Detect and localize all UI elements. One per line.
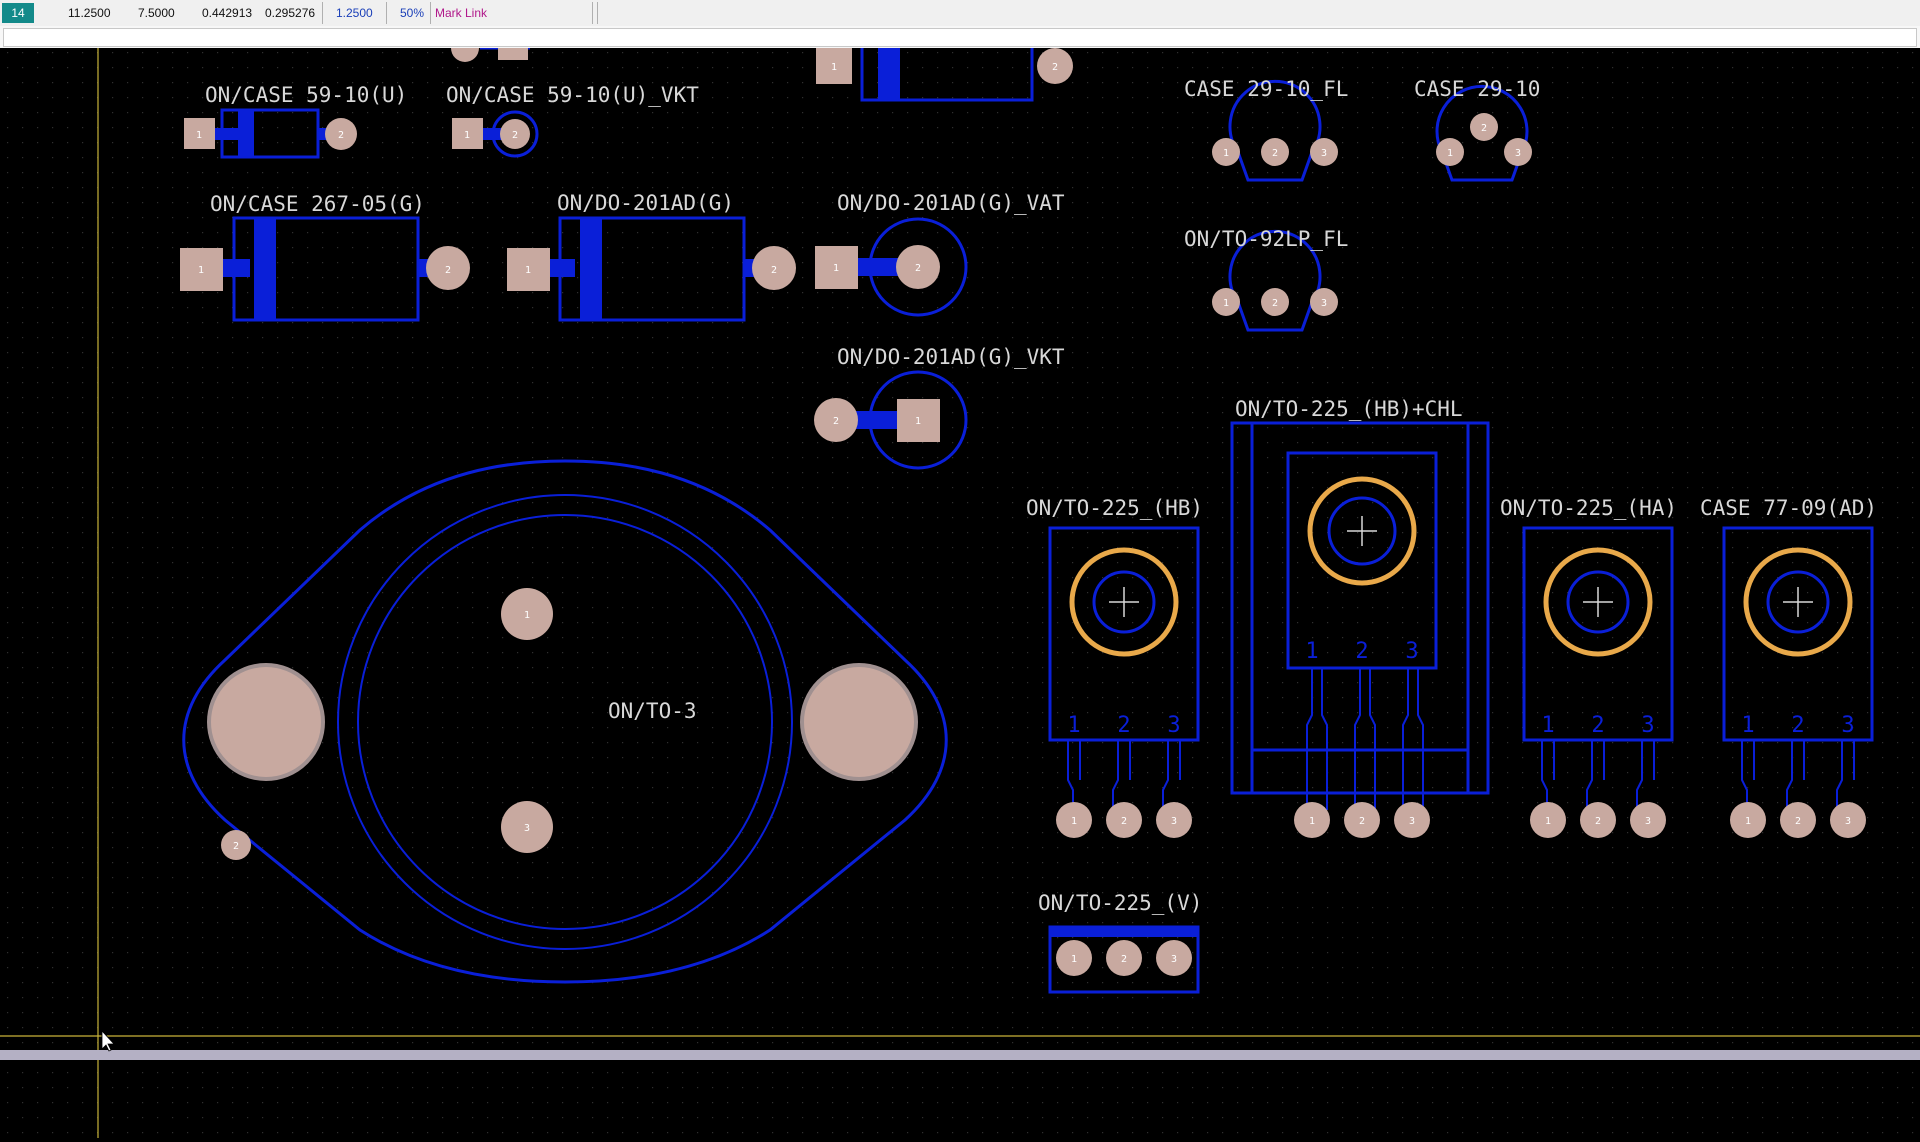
label-to-225-ha: ON/TO-225_(HA) (1500, 496, 1677, 520)
pad-number: 1 (1223, 298, 1229, 309)
command-line-input[interactable] (3, 28, 1917, 47)
label-case-29-10-fl: CASE 29-10_FL (1184, 77, 1348, 101)
pin-number-1: 1 (1305, 639, 1318, 664)
pin-number-3: 3 (1641, 713, 1654, 738)
pad-number: 2 (338, 130, 344, 141)
label-do-201ad-g: ON/DO-201AD(G) (557, 191, 734, 215)
label-to-225-hb: ON/TO-225_(HB) (1026, 496, 1203, 520)
pad-number: 1 (1071, 954, 1077, 965)
status-divider (322, 2, 323, 24)
pad-number: 2 (1359, 816, 1365, 827)
cursor-x-inch-readout: 0.442913 (202, 6, 253, 20)
pad-number: 1 (464, 130, 470, 141)
pad-number: 3 (1845, 816, 1851, 827)
pad-number: 1 (833, 263, 839, 274)
pad-number: 2 (771, 265, 777, 276)
label-to-225-hb-chl: ON/TO-225_(HB)+CHL (1235, 397, 1463, 421)
pad-number: 3 (1321, 148, 1327, 159)
pad-number: 2 (1795, 816, 1801, 827)
pcb-drawing[interactable]: ON/CASE 59-10(U) ON/CASE 59-10(U)_VKT ON… (0, 34, 1920, 1138)
pad-number: 1 (1309, 816, 1315, 827)
pin-number-1: 1 (1741, 713, 1754, 738)
pin-number-1: 1 (1541, 713, 1554, 738)
status-divider (592, 2, 593, 24)
pad-number: 1 (1745, 816, 1751, 827)
pad-number: 2 (445, 265, 451, 276)
pad-number: 2 (1272, 298, 1278, 309)
pad-number: 3 (1645, 816, 1651, 827)
cursor-x-readout: 11.2500 (68, 6, 111, 20)
pad-number: 2 (1121, 954, 1127, 965)
pad-number: 3 (1171, 816, 1177, 827)
label-to-92lp-fl: ON/TO-92LP_FL (1184, 227, 1348, 251)
pad-number: 2 (1272, 148, 1278, 159)
pad-number: 1 (524, 610, 530, 621)
command-toolbar (0, 26, 1920, 49)
label-case-267-05-g: ON/CASE 267-05(G) (210, 192, 425, 216)
pin-number-1: 1 (1067, 713, 1080, 738)
pad-number: 3 (1321, 298, 1327, 309)
label-do-201ad-g-vkt: ON/DO-201AD(G)_VKT (837, 345, 1065, 369)
pad-number: 2 (1052, 62, 1058, 73)
pad-number: 2 (1481, 123, 1487, 134)
pad-number: 1 (1545, 816, 1551, 827)
status-divider (597, 2, 598, 24)
pin-number-3: 3 (1167, 713, 1180, 738)
pad-number: 1 (1071, 816, 1077, 827)
pad-number: 2 (1121, 816, 1127, 827)
pin-number-2: 2 (1791, 713, 1804, 738)
pin-number-2: 2 (1117, 713, 1130, 738)
pad-number: 1 (831, 62, 837, 73)
zoom-readout[interactable]: 50% (400, 3, 424, 23)
cursor-y-inch-readout: 0.295276 (265, 6, 316, 20)
pin-number-2: 2 (1355, 639, 1368, 664)
label-case-77-09-ad: CASE 77-09(AD) (1700, 496, 1877, 520)
status-divider (386, 2, 387, 24)
pcb-design-canvas[interactable]: ON/CASE 59-10(U) ON/CASE 59-10(U)_VKT ON… (0, 34, 1920, 1138)
pad-number: 2 (512, 130, 518, 141)
pad-number: 3 (1171, 954, 1177, 965)
pad-number: 2 (1595, 816, 1601, 827)
pad-number: 1 (915, 416, 921, 427)
pad-number: 2 (915, 263, 921, 274)
cursor-y-readout: 7.5000 (138, 6, 175, 20)
pad-number: 2 (833, 416, 839, 427)
pad-number: 3 (524, 823, 530, 834)
pad-number: 3 (1409, 816, 1415, 827)
mode-readout: Mark Link (435, 6, 488, 20)
grid-size-readout[interactable]: 1.2500 (336, 3, 373, 23)
active-layer-indicator[interactable]: 14 (2, 3, 34, 23)
label-to-3: ON/TO-3 (608, 699, 697, 723)
board-edge-bar (0, 1050, 1920, 1060)
pad-number: 3 (1515, 148, 1521, 159)
pad-number: 1 (1447, 148, 1453, 159)
pad-number: 1 (1223, 148, 1229, 159)
pin-number-2: 2 (1591, 713, 1604, 738)
label-case-59-10-u-vkt: ON/CASE 59-10(U)_VKT (446, 83, 699, 107)
pin-number-3: 3 (1841, 713, 1854, 738)
pad-number: 1 (198, 265, 204, 276)
status-divider (430, 2, 431, 24)
pad-number: 1 (196, 130, 202, 141)
pad-number: 2 (233, 841, 239, 852)
pin-number-3: 3 (1405, 639, 1418, 664)
label-do-201ad-g-vat: ON/DO-201AD(G)_VAT (837, 191, 1065, 215)
status-bar: 14 11.2500 7.5000 0.442913 0.295276 1.25… (0, 0, 1920, 27)
label-to-225-v: ON/TO-225_(V) (1038, 891, 1202, 915)
label-case-59-10-u: ON/CASE 59-10(U) (205, 83, 407, 107)
pad-number: 1 (525, 265, 531, 276)
label-case-29-10: CASE 29-10 (1414, 77, 1540, 101)
